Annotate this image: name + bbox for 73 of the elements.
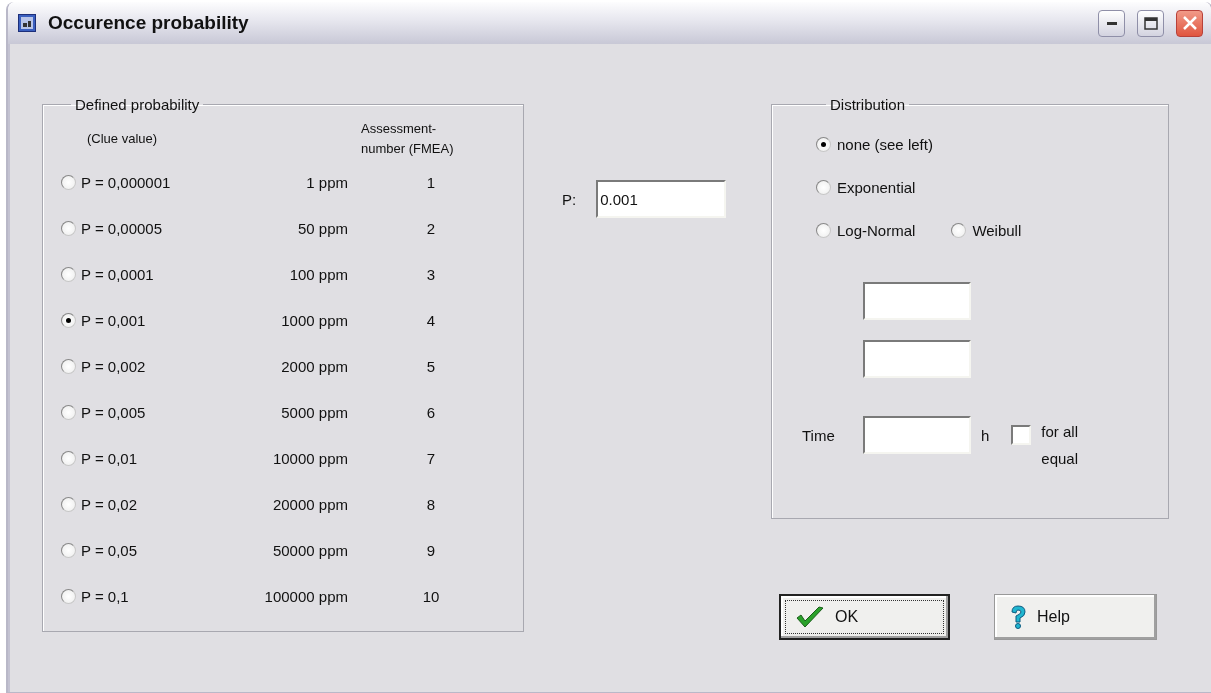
option-label: P = 0,00005: [81, 219, 164, 237]
radio-button[interactable]: [61, 450, 76, 466]
assessment-number: 7: [425, 449, 437, 467]
radio-button[interactable]: [61, 404, 76, 420]
group-title: Defined probability: [74, 96, 201, 113]
radio-button[interactable]: [61, 266, 76, 282]
assessment-number: 8: [425, 495, 437, 513]
option-label: P = 0,002: [81, 357, 147, 375]
assessment-number: 6: [425, 403, 437, 421]
column-header: (Clue value): [86, 130, 159, 148]
ppm-value: 50000 ppm: [271, 541, 348, 559]
app-icon: [18, 14, 36, 32]
group-title: Distribution: [829, 96, 907, 113]
assessment-number: 10: [421, 587, 441, 605]
option-label: P = 0,05: [81, 541, 139, 559]
checkbox-label: for all equal: [1041, 422, 1079, 469]
p-input-field[interactable]: 0.001: [596, 180, 727, 218]
input-field[interactable]: [863, 282, 971, 320]
option-label: none (see left): [837, 136, 933, 153]
assessment-number: 2: [425, 219, 437, 237]
help-button[interactable]: Help: [994, 594, 1157, 640]
ppm-value: 100000 ppm: [263, 587, 348, 605]
ppm-value: 5000 ppm: [280, 403, 348, 421]
time-input-field[interactable]: [863, 416, 971, 454]
maximize-icon: [1143, 16, 1158, 30]
question-mark-icon: [1009, 604, 1027, 630]
close-icon: [1182, 16, 1197, 30]
ppm-value: 50 ppm: [296, 219, 348, 237]
ppm-value: 10000 ppm: [271, 449, 348, 467]
radio-button[interactable]: [951, 223, 967, 238]
option-label: P = 0,1: [81, 587, 130, 605]
assessment-number: 4: [425, 311, 437, 329]
radio-button[interactable]: [61, 588, 76, 604]
minimize-button[interactable]: [1098, 9, 1125, 37]
radio-button[interactable]: [61, 220, 76, 236]
option-label: P = 0,001: [81, 311, 147, 329]
column-header: Assessment- number (FMEA): [361, 120, 455, 158]
option-label: Exponential: [837, 179, 916, 196]
window-title: Occurence probability: [48, 12, 250, 34]
radio-button[interactable]: [816, 223, 831, 238]
p-label: P:: [562, 190, 577, 208]
option-label: Weibull: [972, 222, 1022, 239]
time-label: Time: [802, 426, 836, 444]
radio-button[interactable]: [816, 137, 831, 152]
radio-button[interactable]: [61, 496, 76, 512]
option-label: P = 0,01: [81, 449, 139, 467]
assessment-number: 5: [425, 357, 437, 375]
assessment-number: 3: [425, 265, 437, 283]
option-label: P = 0,02: [81, 495, 139, 513]
assessment-number: 1: [425, 173, 437, 191]
input-field[interactable]: [863, 340, 971, 378]
radio-button[interactable]: [61, 312, 76, 328]
ppm-value: 100 ppm: [288, 265, 348, 283]
option-label: Log-Normal: [837, 222, 916, 239]
assessment-number: 9: [425, 541, 437, 559]
unit-label: h: [981, 426, 990, 444]
minimize-icon: [1106, 21, 1117, 25]
close-button[interactable]: [1176, 9, 1203, 37]
radio-button[interactable]: [61, 358, 76, 374]
radio-button[interactable]: [816, 180, 831, 195]
option-label: P = 0,000001: [81, 173, 172, 191]
option-label: P = 0,005: [81, 403, 147, 421]
ppm-value: 1000 ppm: [280, 311, 348, 329]
option-label: P = 0,0001: [81, 265, 155, 283]
ppm-value: 2000 ppm: [280, 357, 348, 375]
checkbox[interactable]: [1011, 425, 1032, 445]
maximize-button[interactable]: [1137, 9, 1164, 37]
radio-button[interactable]: [61, 174, 76, 190]
radio-button[interactable]: [61, 542, 76, 558]
checkmark-icon: [795, 605, 825, 629]
ppm-value: 1 ppm: [305, 173, 348, 191]
ppm-value: 20000 ppm: [271, 495, 348, 513]
ok-button[interactable]: OK: [779, 594, 950, 640]
